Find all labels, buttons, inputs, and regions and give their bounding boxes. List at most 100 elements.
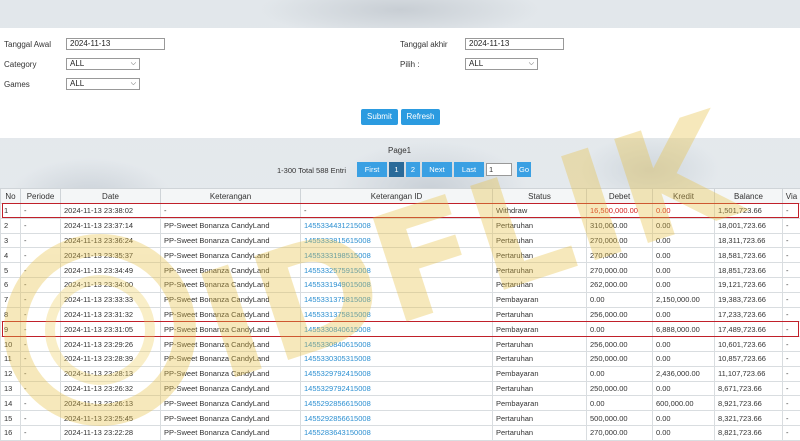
cell-status: Pertaruhan xyxy=(492,424,587,441)
table-row[interactable]: 10-2024-11-13 23:29:26 PP-Sweet Bonanza C… xyxy=(0,336,800,352)
cell-ket-id[interactable]: 1455329792415008 xyxy=(300,380,493,397)
games-select[interactable]: ALL ⌵ xyxy=(66,78,140,90)
cell-kredit: 600,000.00 xyxy=(652,395,715,412)
pager-first-button[interactable]: First xyxy=(357,162,387,177)
cell-debet: 500,000.00 xyxy=(586,410,653,426)
cell-debet: 0.00 xyxy=(586,291,653,308)
table-row[interactable]: 6-2024-11-13 23:34:00 PP-Sweet Bonanza Ca… xyxy=(0,276,800,293)
cell-date: 2024-11-13 23:25:45 xyxy=(60,410,161,426)
refresh-button[interactable]: Refresh xyxy=(401,109,440,125)
table-row[interactable]: 1-2024-11-13 23:38:02- - Withdraw 16,500,00… xyxy=(0,203,800,219)
cell-kredit: 2,436,000.00 xyxy=(652,365,715,382)
tanggal-akhir-input[interactable]: 2024-11-13 xyxy=(465,38,564,50)
cell-balance: 1,501,723.66 xyxy=(714,203,783,219)
cell-ket-id[interactable]: 1455331375815008 xyxy=(300,291,493,308)
cell-via: - xyxy=(782,380,800,397)
cell-via: - xyxy=(782,217,800,234)
table-row[interactable]: 13-2024-11-13 23:26:32 PP-Sweet Bonanza C… xyxy=(0,380,800,397)
pager-go-button[interactable]: Go xyxy=(517,162,531,177)
category-label: Category xyxy=(4,60,37,69)
cell-date: 2024-11-13 23:29:26 xyxy=(60,336,161,352)
cell-periode: - xyxy=(20,232,61,249)
chevron-down-icon: ⌵ xyxy=(130,60,136,67)
pager-page-2-button[interactable]: 2 xyxy=(406,162,420,177)
cell-ket: PP-Sweet Bonanza CandyLand xyxy=(160,306,301,323)
cell-balance: 19,121,723.66 xyxy=(714,276,783,293)
cell-ket-id[interactable]: 1455331375815008 xyxy=(300,306,493,323)
cell-ket-id[interactable]: - xyxy=(300,203,493,219)
cell-date: 2024-11-13 23:28:13 xyxy=(60,365,161,382)
tanggal-awal-input[interactable]: 2024-11-13 xyxy=(66,38,165,50)
cell-balance: 18,581,723.66 xyxy=(714,247,783,264)
cell-periode: - xyxy=(20,306,61,323)
table-row[interactable]: 15-2024-11-13 23:25:45 PP-Sweet Bonanza C… xyxy=(0,410,800,426)
cell-ket: PP-Sweet Bonanza CandyLand xyxy=(160,321,301,338)
pilih-label: Pilih : xyxy=(400,60,420,69)
cell-balance: 10,857,723.66 xyxy=(714,350,783,367)
column-header: Balance xyxy=(714,188,783,204)
pager-next-button[interactable]: Next xyxy=(422,162,452,177)
cell-balance: 18,311,723.66 xyxy=(714,232,783,249)
pilih-select[interactable]: ALL ⌵ xyxy=(465,58,538,70)
pager-goto-input[interactable]: 1 xyxy=(486,163,512,176)
cell-balance: 11,107,723.66 xyxy=(714,365,783,382)
table-row[interactable]: 4-2024-11-13 23:35:37 PP-Sweet Bonanza Ca… xyxy=(0,247,800,264)
cell-kredit: 0.00 xyxy=(652,217,715,234)
cell-status: Pertaruhan xyxy=(492,410,587,426)
cell-via: - xyxy=(782,232,800,249)
cell-ket: PP-Sweet Bonanza CandyLand xyxy=(160,262,301,278)
table-row[interactable]: 9-2024-11-13 23:31:05 PP-Sweet Bonanza Ca… xyxy=(0,321,800,338)
cell-ket-id[interactable]: 1455283643150008 xyxy=(300,424,493,441)
cell-ket-id[interactable]: 1455331949015008 xyxy=(300,276,493,293)
cell-ket: PP-Sweet Bonanza CandyLand xyxy=(160,380,301,397)
cell-ket-id[interactable]: 1455332575915008 xyxy=(300,262,493,278)
table-row[interactable]: 3-2024-11-13 23:36:24 PP-Sweet Bonanza Ca… xyxy=(0,232,800,249)
table-row[interactable]: 14-2024-11-13 23:26:13 PP-Sweet Bonanza C… xyxy=(0,395,800,412)
category-select[interactable]: ALL ⌵ xyxy=(66,58,140,70)
submit-button[interactable]: Submit xyxy=(361,109,398,125)
pager-page-1-button[interactable]: 1 xyxy=(389,162,404,177)
table-row[interactable]: 12-2024-11-13 23:28:13 PP-Sweet Bonanza C… xyxy=(0,365,800,382)
pager-last-button[interactable]: Last xyxy=(454,162,484,177)
cell-ket-id[interactable]: 1455330840615008 xyxy=(300,336,493,352)
table-row[interactable]: 2-2024-11-13 23:37:14 PP-Sweet Bonanza Ca… xyxy=(0,217,800,234)
cell-via: - xyxy=(782,262,800,278)
column-header: Keterangan ID xyxy=(300,188,493,204)
cell-kredit: 0.00 xyxy=(652,232,715,249)
cell-ket-id[interactable]: 1455292856615008 xyxy=(300,395,493,412)
cell-ket: PP-Sweet Bonanza CandyLand xyxy=(160,410,301,426)
cell-via: - xyxy=(782,306,800,323)
cell-date: 2024-11-13 23:37:14 xyxy=(60,217,161,234)
filter-panel: Tanggal Awal 2024-11-13 Tanggal akhir 20… xyxy=(0,28,800,138)
cell-ket-id[interactable]: 1455330840615008 xyxy=(300,321,493,338)
cell-ket-id[interactable]: 1455292856615008 xyxy=(300,410,493,426)
cell-kredit: 0.00 xyxy=(652,203,715,219)
cell-date: 2024-11-13 23:34:00 xyxy=(60,276,161,293)
table-row[interactable]: 8-2024-11-13 23:31:32 PP-Sweet Bonanza Ca… xyxy=(0,306,800,323)
table-row[interactable]: 16-2024-11-13 23:22:28 PP-Sweet Bonanza C… xyxy=(0,424,800,441)
cell-date: 2024-11-13 23:33:33 xyxy=(60,291,161,308)
table-row[interactable]: 11-2024-11-13 23:28:39 PP-Sweet Bonanza C… xyxy=(0,350,800,367)
cell-ket: PP-Sweet Bonanza CandyLand xyxy=(160,365,301,382)
cell-periode: - xyxy=(20,395,61,412)
column-header: Date xyxy=(60,188,161,204)
table-row[interactable]: 7-2024-11-13 23:33:33 PP-Sweet Bonanza Ca… xyxy=(0,291,800,308)
cell-kredit: 6,888,000.00 xyxy=(652,321,715,338)
cell-kredit: 0.00 xyxy=(652,424,715,441)
pilih-select-value: ALL xyxy=(469,59,484,68)
cell-periode: - xyxy=(20,217,61,234)
cell-no: 11 xyxy=(0,350,21,367)
cell-ket-id[interactable]: 1455333815615008 xyxy=(300,232,493,249)
cell-ket-id[interactable]: 1455330305315008 xyxy=(300,350,493,367)
column-header: No xyxy=(0,188,21,204)
games-label: Games xyxy=(4,80,30,89)
cell-kredit: 0.00 xyxy=(652,262,715,278)
cell-no: 4 xyxy=(0,247,21,264)
cell-status: Pembayaran xyxy=(492,321,587,338)
cell-balance: 18,851,723.66 xyxy=(714,262,783,278)
table-row[interactable]: 5-2024-11-13 23:34:49 PP-Sweet Bonanza Ca… xyxy=(0,262,800,278)
cell-ket-id[interactable]: 1455334431215008 xyxy=(300,217,493,234)
cell-ket-id[interactable]: 1455333198515008 xyxy=(300,247,493,264)
cell-ket-id[interactable]: 1455329792415008 xyxy=(300,365,493,382)
cell-balance: 8,921,723.66 xyxy=(714,395,783,412)
